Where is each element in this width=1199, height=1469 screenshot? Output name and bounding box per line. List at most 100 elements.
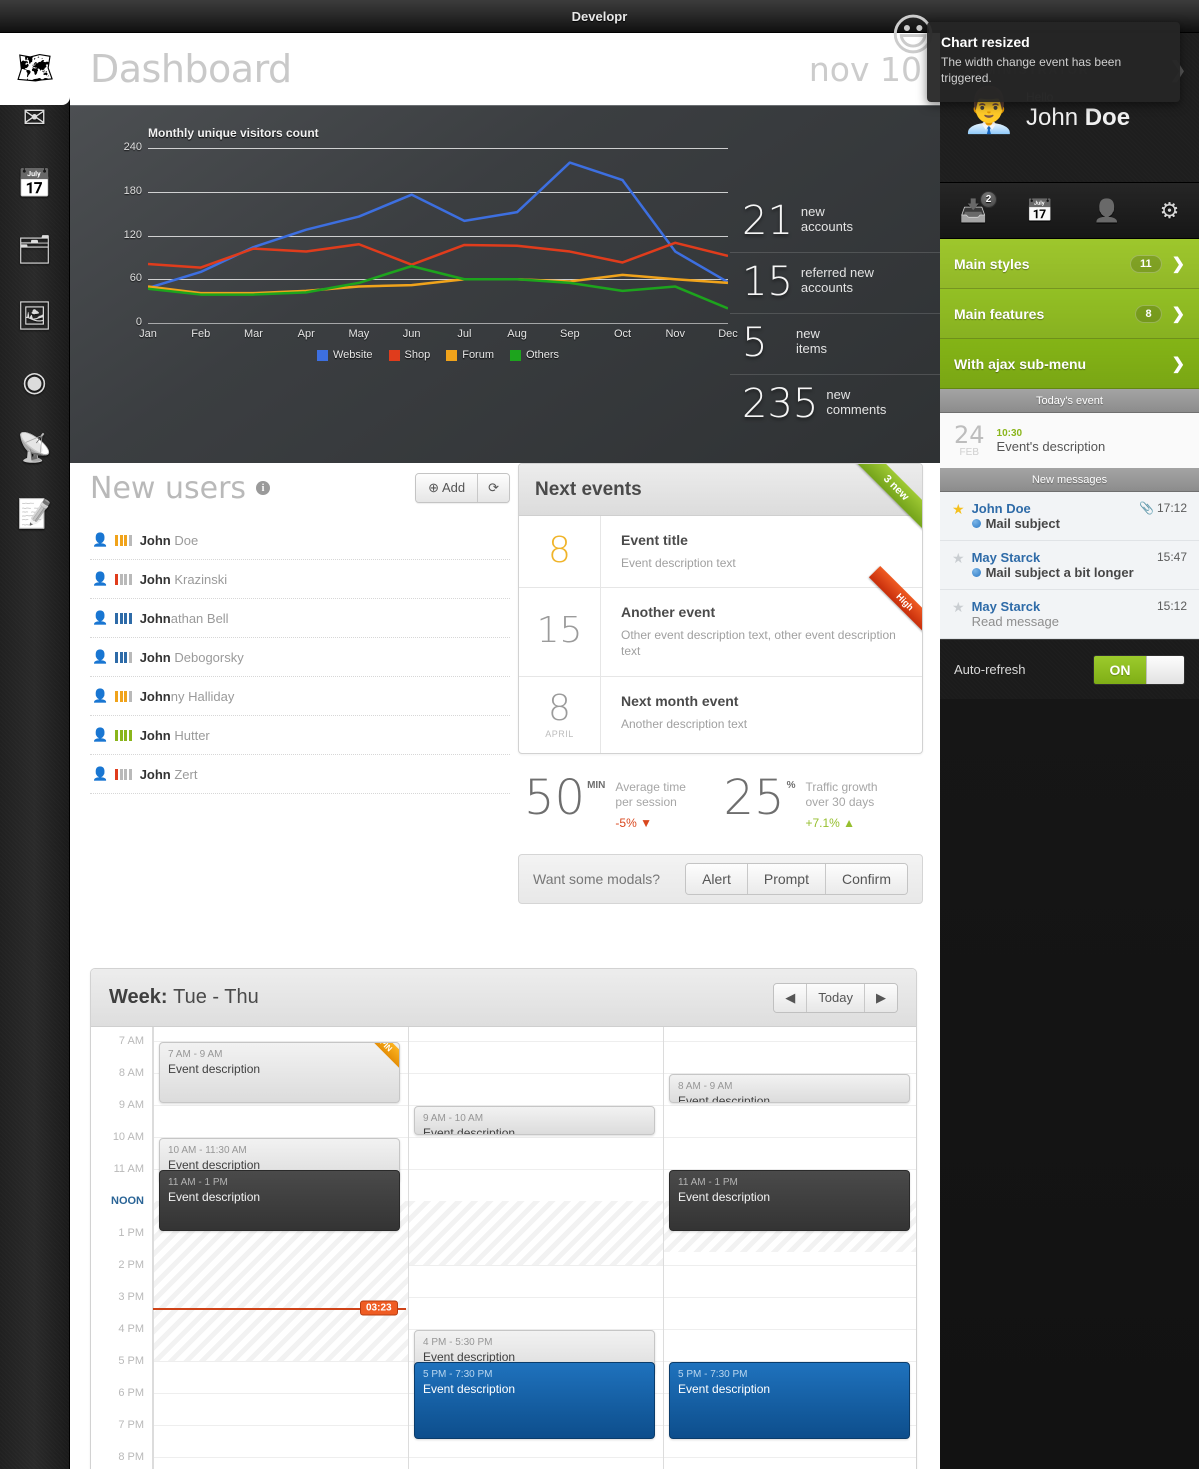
calendar-today-button[interactable]: Today [806, 983, 864, 1012]
message-item[interactable]: ★ John Doe Mail subject 📎 17:12 [940, 492, 1199, 541]
rating-bar [128, 690, 132, 702]
todays-event-item[interactable]: 24 FEB 10:30 Event's description [940, 413, 1199, 468]
sidebar-menu-item[interactable]: Main features 8 ❯ [940, 289, 1199, 339]
calendar-icon[interactable]: 📅 [13, 161, 57, 205]
calendar-event-time: 4 PM - 5:30 PM [423, 1337, 493, 1348]
calendar-event-desc: Event description [423, 1382, 516, 1396]
user-name: John Doe [1026, 104, 1130, 132]
calendar-event[interactable]: 5 PM - 7:30 PM Event description [669, 1362, 910, 1439]
event-day: 15 [536, 609, 583, 651]
add-user-button[interactable]: ⊕ Add [416, 474, 478, 502]
legend-item-website[interactable]: Website [316, 349, 373, 361]
user-name-rest: Debogorsky [170, 649, 244, 665]
chart-x-tick: Jun [402, 328, 421, 340]
chart-x-tick: Jan [139, 328, 157, 340]
rating-bars [115, 573, 132, 585]
week-calendar: Week: Tue - Thu ◀ Today ▶ 7 AM 8 AM 9 AM 10… [90, 968, 917, 1469]
calendar-event[interactable]: 5 PM - 7:30 PM Event description [414, 1362, 655, 1439]
info-icon[interactable]: i [256, 481, 271, 495]
list-item[interactable]: 👤 John Debogorsky [90, 638, 510, 677]
event-title: Next month event [621, 692, 739, 709]
user-name: John Hutter [140, 728, 210, 743]
star-icon[interactable]: ★ [952, 550, 965, 580]
message-time: 17:12 [1156, 501, 1187, 515]
unread-dot-icon [971, 568, 981, 577]
notes-icon[interactable]: 📝 [13, 491, 57, 535]
list-item[interactable]: 👤 John Doe [90, 521, 510, 560]
calendar-event[interactable]: 11 AM - 1 PM Event description [669, 1170, 910, 1231]
list-item[interactable]: 👤 John Krazinski [90, 560, 510, 599]
calendar-hour-label: 4 PM [118, 1323, 144, 1335]
user-name: John Krazinski [140, 572, 227, 587]
sidebar-menu-item[interactable]: With ajax sub-menu ❯ [940, 339, 1199, 389]
calendar-event-time: 9 AM - 10 AM [423, 1113, 484, 1124]
chart-x-tick: Apr [297, 328, 315, 340]
legend-label: Others [526, 349, 560, 361]
star-icon[interactable]: ★ [952, 599, 965, 629]
kpi-delta: -5% ▼ [615, 815, 652, 830]
message-sender: John Doe [971, 501, 1031, 516]
message-item[interactable]: ★ May Starck Mail subject a bit longer 15:4… [940, 541, 1199, 590]
list-item[interactable]: 15 Another event Other event description t… [519, 566, 922, 677]
calendar-hour-label: 7 AM [118, 1035, 144, 1047]
rating-bar [128, 612, 132, 624]
confirm-button[interactable]: Confirm [824, 863, 907, 894]
new-users-title: New users [90, 470, 247, 506]
new-users-actions: ⊕ Add ⟳ [415, 473, 510, 503]
list-item[interactable]: 👤 John Hutter [90, 716, 510, 755]
rating-bar [124, 768, 128, 780]
event-date: 8 APRIL [519, 676, 601, 753]
inbox-download-icon[interactable]: 📥 2 [960, 190, 998, 224]
page-title: Dashboard [90, 47, 292, 91]
calendar-event[interactable]: 9 AM - 10 AM Event description [414, 1106, 655, 1135]
contacts-icon[interactable]: 🗂 [13, 227, 57, 271]
sidebar-quick-icons: 📥 2 📅 👤 ⚙ [940, 183, 1199, 239]
legend-item-others[interactable]: Others [510, 349, 559, 361]
calendar-header: Week: Tue - Thu ◀ Today ▶ [91, 969, 916, 1027]
user-icon[interactable]: 👤 [1093, 198, 1120, 224]
calendar-hour-label: 10 AM [112, 1131, 144, 1143]
refresh-button[interactable]: ⟳ [477, 474, 509, 502]
rating-bar [115, 729, 119, 741]
list-item[interactable]: 👤 Johnathan Bell [90, 599, 510, 638]
rating-bar [124, 651, 128, 663]
dashboard-gauge-icon[interactable]: ◉ [13, 359, 57, 403]
todays-event-date: 24 FEB [954, 423, 985, 458]
user-name-bold: John [139, 766, 171, 782]
list-item[interactable]: 👤 John Zert [90, 755, 510, 794]
wifi-icon[interactable]: 📡 [13, 425, 57, 469]
star-icon[interactable]: ★ [952, 501, 965, 531]
toast-notification[interactable]: Chart resized The width change event has… [927, 22, 1180, 103]
legend-item-shop[interactable]: Shop [388, 349, 430, 361]
list-item[interactable]: 8 Event title Event description text [519, 516, 922, 589]
stat-item: 235 new comments [730, 375, 940, 435]
message-item[interactable]: ★ May Starck Read message 15:12 [940, 590, 1199, 639]
sidebar-menu-item[interactable]: Main styles 11 ❯ [940, 239, 1199, 289]
list-item[interactable]: 👤 Johnny Halliday [90, 677, 510, 716]
calendar-prev-button[interactable]: ◀ [774, 983, 807, 1012]
calendar-event[interactable]: 7 AM - 9 AM Event description PIN [159, 1042, 400, 1103]
calendar-week-prefix: Week: [109, 986, 168, 1008]
calendar-event[interactable]: 11 AM - 1 PM Event description [159, 1170, 400, 1231]
auto-refresh-toggle[interactable]: ON [1093, 654, 1185, 685]
toast-title: Chart resized [941, 34, 1030, 50]
todays-event-time: 10:30 [996, 427, 1023, 439]
photos-icon[interactable]: 🖼 [13, 293, 57, 337]
legend-item-forum[interactable]: Forum [446, 349, 494, 361]
calendar-icon[interactable]: 📅 [1026, 198, 1053, 224]
prompt-button[interactable]: Prompt [746, 863, 825, 894]
gear-icon[interactable]: ⚙ [1160, 198, 1180, 224]
chart-x-axis: Jan Feb Mar Apr May Jun Jul Aug Sep Oct Nov Dec [139, 323, 738, 345]
user-name-rest: ny Halliday [170, 688, 235, 704]
kpi-desc: Average time per session [615, 779, 686, 810]
logo-tab[interactable]: 🗺 [0, 33, 70, 105]
list-item[interactable]: 8 APRIL Next month event Another descriptio… [519, 676, 922, 753]
sidebar-menu-label: Main styles [954, 255, 1030, 272]
visitors-chart: Monthly unique visitors count 0 60 120 180 2… [110, 116, 738, 456]
alert-button[interactable]: Alert [686, 863, 747, 894]
event-date: 8 [519, 516, 601, 588]
chart-y-tick: 180 [123, 184, 142, 197]
calendar-next-button[interactable]: ▶ [864, 983, 897, 1012]
event-description: Another description text [621, 716, 748, 731]
calendar-event[interactable]: 8 AM - 9 AM Event description [669, 1074, 910, 1103]
